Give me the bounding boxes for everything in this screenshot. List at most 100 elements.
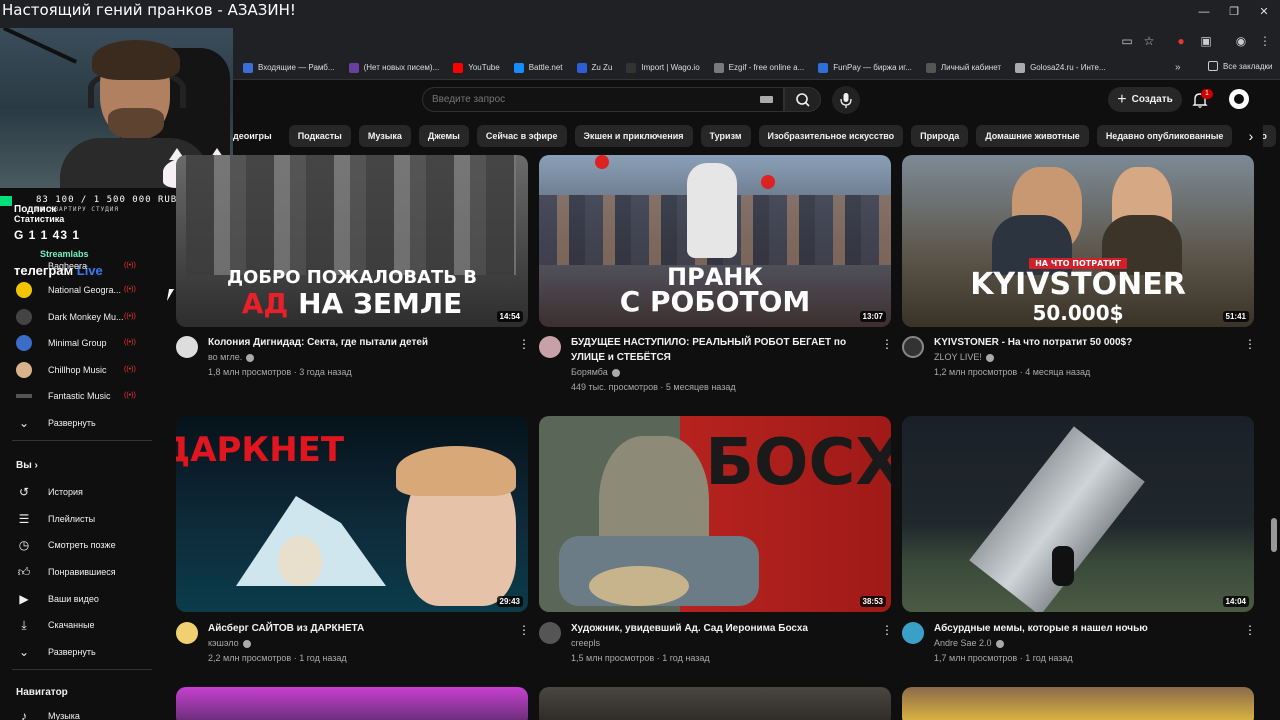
chip-videogames[interactable]: деоигры [233,125,281,147]
chip-jams[interactable]: Джемы [418,125,469,147]
channel-avatar[interactable] [539,622,561,644]
chip-tourism[interactable]: Туризм [700,125,751,147]
overlay-counters: G 1 1 43 1 [14,228,81,242]
page-scrollbar[interactable] [1271,518,1277,552]
sidebar-sub-natgeo[interactable]: National Geogra... ((•)) [0,277,155,303]
sidebar-sub-fantastic[interactable]: Fantastic Music ((•)) [0,383,155,409]
video-title[interactable]: Айсберг САЙТОВ из ДАРКНЕТА [208,621,513,636]
search-input[interactable] [432,92,732,107]
bookmark[interactable]: Личный кабинет [925,62,1001,73]
chip-music[interactable]: Музыка [358,125,411,147]
more-options-icon[interactable]: ⋮ [881,337,893,351]
sidebar-you-heading[interactable]: Вы › [16,460,38,471]
chip-live[interactable]: Сейчас в эфире [476,125,567,147]
sidebar-expand-subs[interactable]: ⌄ Развернуть [0,410,155,436]
channel-avatar[interactable] [176,336,198,358]
bookmark-icon [243,62,253,73]
chip-action[interactable]: Экшен и приключения [574,125,693,147]
sidebar-item-watch-later[interactable]: ◷ Смотреть позже [0,532,155,558]
video-thumbnail[interactable]: БОСХ 38:53 [539,416,891,612]
sidebar-sub-darkmonkey[interactable]: Dark Monkey Mu... ((•)) [0,304,155,330]
video-title[interactable]: KYIVSTONER - На что потратит 50 000$? [934,335,1239,350]
search-button[interactable] [784,87,821,112]
sidebar-sub-minimal[interactable]: Minimal Group ((•)) [0,330,155,356]
create-button[interactable]: + Создать [1108,87,1182,112]
video-meta: 2,2 млн просмотров · 1 год назад [208,653,347,663]
video-thumbnail[interactable]: 14:04 [902,416,1254,612]
account-avatar[interactable] [1229,89,1249,109]
bookmark-youtube[interactable]: YouTube [453,62,500,73]
cast-icon[interactable]: ▭ [1118,34,1136,50]
sidebar-sub-chillhop[interactable]: Chillhop Music ((•)) [0,357,155,383]
chips-next-icon[interactable]: › [1239,125,1263,147]
channel-name[interactable]: Борямба [571,367,620,377]
bookmark[interactable]: Battle.net [513,62,563,73]
video-thumbnail[interactable]: ДОБРО ПОЖАЛОВАТЬ В АД НА ЗЕМЛЕ 14:54 [176,155,528,327]
chip-art[interactable]: Изобразительное искусство [758,125,904,147]
video-meta: 449 тыс. просмотров · 5 месяцев назад [571,382,736,392]
channel-name[interactable]: Andre Sae 2.0 [934,638,1004,648]
close-icon[interactable]: ✕ [1252,4,1276,20]
profile-icon[interactable]: ◉ [1232,34,1250,50]
bookmark[interactable]: Входящие — Рамб... [243,62,335,73]
extension-record-icon[interactable]: ● [1172,34,1190,50]
menu-dots-icon[interactable]: ⋮ [1256,34,1274,50]
sidebar-item-music[interactable]: ♪ Музыка [0,703,155,720]
video-title[interactable]: Художник, увидевший Ад. Сад Иеронима Бос… [571,621,876,636]
video-title[interactable]: Колония Дигнидад: Секта, где пытали дете… [208,335,513,350]
sidebar-item-downloads[interactable]: ⤓ Скачанные [0,612,155,638]
bookmark[interactable]: Zu Zu [576,62,612,73]
sidebar-item-liked[interactable]: 👍︎ Понравившиеся [0,559,155,585]
minimize-icon[interactable]: — [1192,4,1216,20]
video-thumbnail[interactable] [902,687,1254,720]
channel-avatar[interactable] [902,622,924,644]
keyboard-icon[interactable] [760,96,773,103]
channel-name[interactable]: ZLOY LIVE! [934,352,994,362]
bookmark-icon [576,62,587,73]
all-bookmarks[interactable]: Все закладки [1208,61,1272,71]
extensions-icon[interactable]: ▣ [1197,34,1215,50]
more-options-icon[interactable]: ⋮ [881,623,893,637]
channel-name[interactable]: creepls [571,638,600,648]
star-icon[interactable]: ☆ [1140,34,1158,50]
battlenet-icon [513,62,524,73]
bookmark[interactable]: Import | Wago.io [626,62,700,73]
sidebar-navigator-heading: Навигатор [16,687,68,698]
video-thumbnail[interactable]: ДАРКНЕТ 29:43 [176,416,528,612]
more-options-icon[interactable]: ⋮ [1244,337,1256,351]
chevron-right-icon: › [34,460,38,471]
voice-search-button[interactable] [832,86,860,114]
channel-name[interactable]: во мгле. [208,352,255,362]
video-thumbnail[interactable] [539,687,891,720]
sidebar-item-your-videos[interactable]: ▶ Ваши видео [0,586,155,612]
video-thumbnail[interactable] [176,687,528,720]
more-options-icon[interactable]: ⋮ [1244,623,1256,637]
bookmark[interactable]: Ezgif - free online a... [713,62,804,73]
channel-avatar[interactable] [902,336,924,358]
chip-podcasts[interactable]: Подкасты [288,125,351,147]
maximize-icon[interactable]: ❐ [1222,4,1246,20]
live-icon: ((•)) [124,366,136,373]
sidebar-item-playlists[interactable]: ☰ Плейлисты [0,506,155,532]
video-thumbnail[interactable]: ПРАНК С РОБОТОМ 13:07 [539,155,891,327]
sidebar-sub-bagheera[interactable]: Bagheera ((•)) [0,253,155,279]
bookmark[interactable]: (Нет новых писем)... [348,62,439,73]
more-options-icon[interactable]: ⋮ [518,623,530,637]
channel-name[interactable]: кэшэло [208,638,251,648]
sidebar-item-history[interactable]: ↺ История [0,479,155,505]
channel-avatar[interactable] [539,336,561,358]
channel-avatar[interactable] [176,622,198,644]
video-title[interactable]: БУДУЩЕЕ НАСТУПИЛО: РЕАЛЬНЫЙ РОБОТ БЕГАЕТ… [571,335,876,365]
bookmarks-overflow-icon[interactable]: » [1175,62,1181,73]
more-options-icon[interactable]: ⋮ [518,337,530,351]
duration-badge: 29:43 [496,596,523,607]
video-title[interactable]: Абсурдные мемы, которые я нашел ночью [934,621,1239,636]
chip-nature[interactable]: Природа [911,125,969,147]
chip-pets[interactable]: Домашние животные [976,125,1089,147]
bookmark[interactable]: Golosa24.ru - Инте... [1015,62,1106,73]
sidebar-expand-you[interactable]: ⌄ Развернуть [0,639,155,665]
video-thumbnail[interactable]: НА ЧТО ПОТРАТИТ KYIVSTONER 50.000$ 51:41 [902,155,1254,327]
bookmark[interactable]: FunPay — биржа иг... [818,62,912,73]
chip-recent[interactable]: Недавно опубликованные [1096,125,1233,147]
plus-icon: + [1117,90,1127,108]
